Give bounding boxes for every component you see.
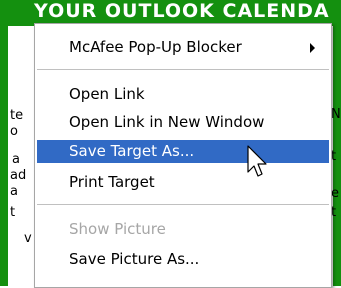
background-text-fragment: t [10, 205, 16, 220]
menu-item-show-picture: Show Picture [37, 218, 329, 241]
background-text-fragment: te [10, 108, 24, 123]
menu-item-save-target-as[interactable]: Save Target As... [37, 140, 329, 163]
background-text-fragment: o [10, 124, 18, 139]
page-left-border [0, 26, 8, 286]
menu-item-open-link-new-window[interactable]: Open Link in New Window [37, 111, 329, 134]
menu-item-label: Save Target As... [69, 142, 195, 160]
context-menu: McAfee Pop-Up Blocker Open Link Open Lin… [34, 23, 332, 288]
menu-item-label: McAfee Pop-Up Blocker [69, 38, 242, 56]
menu-item-label: Open Link [69, 85, 145, 103]
background-text-fragment: ad [10, 168, 27, 183]
menu-item-label: Print Target [69, 173, 155, 191]
submenu-arrow-icon [310, 43, 315, 53]
menu-item-label: Open Link in New Window [69, 113, 265, 131]
mouse-pointer-icon [247, 145, 267, 177]
menu-separator [37, 69, 329, 70]
background-text-fragment: a [10, 184, 18, 199]
menu-item-label: Save Picture As... [69, 250, 200, 268]
menu-item-label: Show Picture [69, 220, 166, 238]
background-text-fragment: N [331, 107, 341, 122]
banner-text: YOUR OUTLOOK CALENDA [34, 0, 330, 22]
background-text-fragment: a [12, 152, 20, 167]
menu-item-print-target[interactable]: Print Target [37, 171, 329, 194]
menu-item-save-picture-as[interactable]: Save Picture As... [37, 248, 329, 271]
menu-item-open-link[interactable]: Open Link [37, 83, 329, 106]
menu-item-mcafee-popup-blocker[interactable]: McAfee Pop-Up Blocker [37, 36, 329, 59]
menu-separator [37, 204, 329, 205]
background-text-fragment: e [331, 186, 339, 201]
background-text-fragment: v [24, 231, 32, 246]
